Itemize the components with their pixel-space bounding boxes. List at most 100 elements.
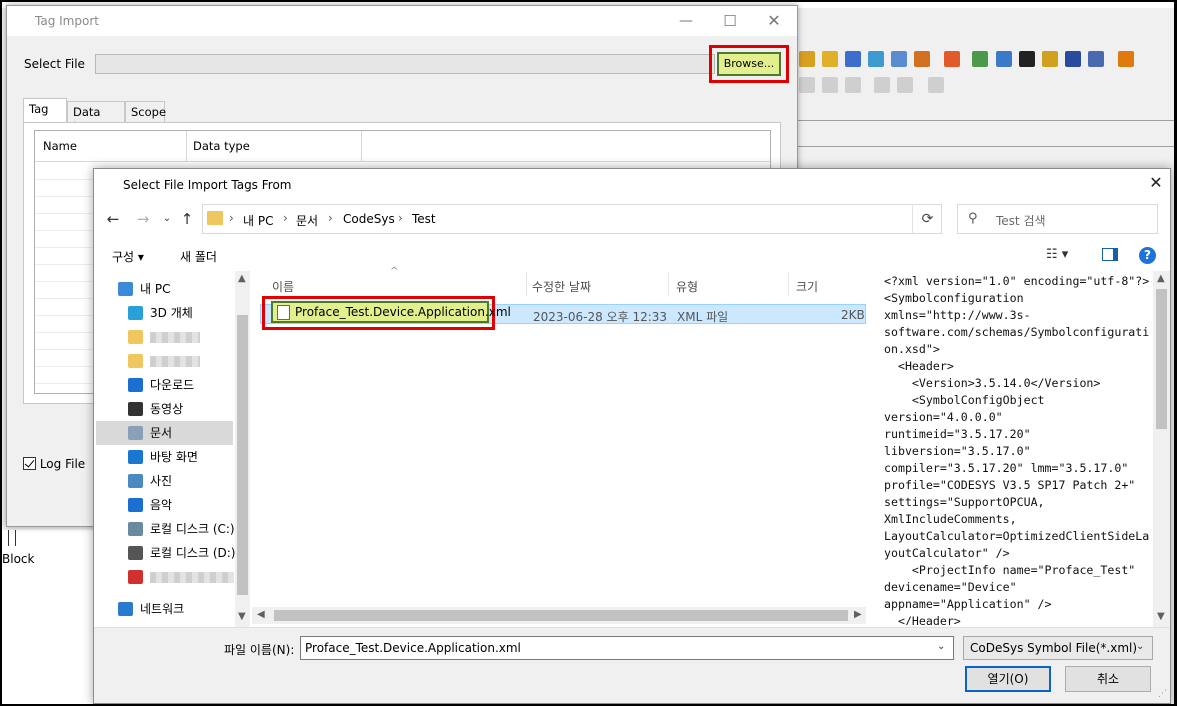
breadcrumb-item[interactable]: 내 PC xyxy=(243,212,273,229)
column-header-data-type[interactable]: Data type xyxy=(193,139,250,153)
maximize-icon[interactable]: ☐ xyxy=(721,12,739,30)
open-button[interactable]: 열기(O) xyxy=(965,666,1051,692)
toolbar-tool-icon[interactable] xyxy=(944,51,960,67)
column-header-size[interactable]: 크기 xyxy=(796,278,818,295)
up-arrow-icon[interactable]: ↑ xyxy=(178,210,196,228)
select-file-field[interactable] xyxy=(95,54,715,74)
toolbar-disabled-icon[interactable] xyxy=(897,77,913,93)
navigation-scrollbar[interactable]: ▲ ▼ xyxy=(235,271,250,627)
recent-chevron-icon[interactable]: ⌄ xyxy=(158,210,176,228)
view-options-icon[interactable]: ☷ ▾ xyxy=(1046,247,1068,262)
toolbar-disabled-icon[interactable] xyxy=(928,77,944,93)
tab-data-type[interactable]: Data type xyxy=(67,101,125,133)
file-type-dropdown-icon[interactable]: ⌄ xyxy=(1136,641,1144,652)
toolbar-tool-icon[interactable] xyxy=(1019,51,1035,67)
nav-item[interactable]: 문서 xyxy=(96,421,233,445)
tab-tag[interactable]: Tag xyxy=(23,98,67,123)
grid-row-line xyxy=(35,230,95,231)
preview-pane-icon[interactable] xyxy=(1102,248,1118,261)
organize-button[interactable]: 구성 ▾ xyxy=(112,248,144,265)
breadcrumb-item[interactable]: 문서 xyxy=(296,212,318,229)
toolbar-disabled-icon[interactable] xyxy=(874,77,890,93)
toolbar-disabled-icon[interactable] xyxy=(799,77,815,93)
nav-item[interactable] xyxy=(96,325,233,349)
file-name-input[interactable]: Proface_Test.Device.Application.xml xyxy=(300,636,954,660)
toolbar-tool-icon[interactable] xyxy=(799,51,815,67)
column-separator[interactable] xyxy=(526,272,527,296)
breadcrumb-item[interactable]: Test xyxy=(412,212,436,226)
column-separator[interactable] xyxy=(668,272,669,296)
nav-item[interactable]: 로컬 디스크 (D:) xyxy=(96,541,235,565)
nav-item[interactable]: 네트워크 xyxy=(96,597,233,621)
breadcrumb-chevron-icon[interactable]: › xyxy=(283,211,288,225)
toolbar-disabled-icon[interactable] xyxy=(845,77,861,93)
breadcrumb-item[interactable]: CodeSys xyxy=(343,212,395,226)
scroll-right-icon[interactable]: ▶ xyxy=(854,609,862,620)
search-input[interactable]: ⚲ Test 검색 xyxy=(957,204,1158,234)
toolbar-disabled-icon[interactable] xyxy=(822,77,838,93)
back-arrow-icon[interactable]: ← xyxy=(104,210,122,228)
scroll-down-icon[interactable]: ▼ xyxy=(1157,611,1165,622)
checkbox-checked-icon[interactable] xyxy=(23,457,36,470)
column-header-name[interactable]: 이름 xyxy=(272,278,294,295)
address-bar[interactable]: › 내 PC › 문서 › CodeSys › Test ⌄ xyxy=(202,204,1006,234)
toolbar-tool-icon[interactable] xyxy=(972,51,988,67)
preview-pane: <?xml version="1.0" encoding="utf-8"?> <… xyxy=(880,271,1170,627)
file-name[interactable]: Proface_Test.Device.Application.xml xyxy=(295,305,511,319)
cancel-button[interactable]: 취소 xyxy=(1065,666,1151,692)
file-type-select[interactable]: CoDeSys Symbol File(*.xml) xyxy=(963,636,1153,660)
toolbar-tool-icon[interactable] xyxy=(1065,51,1081,67)
horizontal-scroll-thumb[interactable] xyxy=(274,610,848,621)
resize-grip-icon[interactable]: ⋰ xyxy=(1158,689,1167,699)
scroll-up-icon[interactable]: ▲ xyxy=(238,273,246,284)
tab-scope[interactable]: Scope xyxy=(125,101,166,122)
log-file-checkbox[interactable]: Log File xyxy=(23,457,85,471)
minimize-icon[interactable]: — xyxy=(677,12,695,30)
nav-item-label: 다운로드 xyxy=(150,378,195,392)
breadcrumb-chevron-icon[interactable]: › xyxy=(398,211,403,225)
forward-arrow-icon[interactable]: → xyxy=(134,210,152,228)
preview-vertical-scrollbar[interactable]: ▲ ▼ xyxy=(1153,271,1170,627)
scroll-down-icon[interactable]: ▼ xyxy=(238,611,246,622)
toolbar-tool-icon[interactable] xyxy=(868,51,884,67)
toolbar-tool-icon[interactable] xyxy=(1118,51,1134,67)
nav-item[interactable]: 음악 xyxy=(96,493,233,517)
toolbar-tool-icon[interactable] xyxy=(891,51,907,67)
browse-button[interactable]: Browse... xyxy=(717,52,781,76)
navigation-scroll-thumb[interactable] xyxy=(237,315,248,595)
new-folder-button[interactable]: 새 폴더 xyxy=(180,248,217,265)
dialog-close-icon[interactable]: ✕ xyxy=(1146,172,1166,194)
nav-item[interactable]: 동영상 xyxy=(96,397,233,421)
nav-item[interactable]: 바탕 화면 xyxy=(96,445,233,469)
nav-item[interactable] xyxy=(96,565,234,589)
scroll-up-icon[interactable]: ▲ xyxy=(1157,273,1165,284)
nav-item[interactable]: 3D 개체 xyxy=(96,301,233,325)
breadcrumb-chevron-icon[interactable]: › xyxy=(229,211,234,225)
file-name-cell[interactable]: Proface_Test.Device.Application.xml xyxy=(271,301,511,323)
toolbar-tool-icon[interactable] xyxy=(914,51,930,67)
column-header-modified[interactable]: 수정한 날짜 xyxy=(532,278,591,295)
nav-item[interactable]: 내 PC xyxy=(96,277,233,301)
nav-item-label: 문서 xyxy=(150,426,173,440)
toolbar-tool-icon[interactable] xyxy=(845,51,861,67)
nav-item[interactable]: 다운로드 xyxy=(96,373,233,397)
close-icon[interactable]: ✕ xyxy=(765,12,783,30)
refresh-icon[interactable]: ⟳ xyxy=(912,204,942,234)
preview-scroll-thumb[interactable] xyxy=(1156,289,1167,429)
file-list-horizontal-scrollbar[interactable]: ◀ ▶ xyxy=(252,607,866,624)
toolbar-tool-icon[interactable] xyxy=(1042,51,1058,67)
select-file-dialog: Select File Import Tags From ✕ ← → ⌄ ↑ ›… xyxy=(93,168,1171,704)
toolbar-tool-icon[interactable] xyxy=(822,51,838,67)
column-header-type[interactable]: 유형 xyxy=(676,278,698,295)
nav-item[interactable] xyxy=(96,349,233,373)
toolbar-tool-icon[interactable] xyxy=(996,51,1012,67)
help-icon[interactable]: ? xyxy=(1139,247,1156,264)
toolbar-tool-icon[interactable] xyxy=(1088,51,1104,67)
scroll-left-icon[interactable]: ◀ xyxy=(257,609,265,620)
file-name-dropdown-icon[interactable]: ⌄ xyxy=(937,641,945,652)
column-separator[interactable] xyxy=(788,272,789,296)
breadcrumb-chevron-icon[interactable]: › xyxy=(328,211,333,225)
nav-item[interactable]: 사진 xyxy=(96,469,233,493)
column-header-name[interactable]: Name xyxy=(43,139,77,153)
nav-item[interactable]: 로컬 디스크 (C:) xyxy=(96,517,235,541)
